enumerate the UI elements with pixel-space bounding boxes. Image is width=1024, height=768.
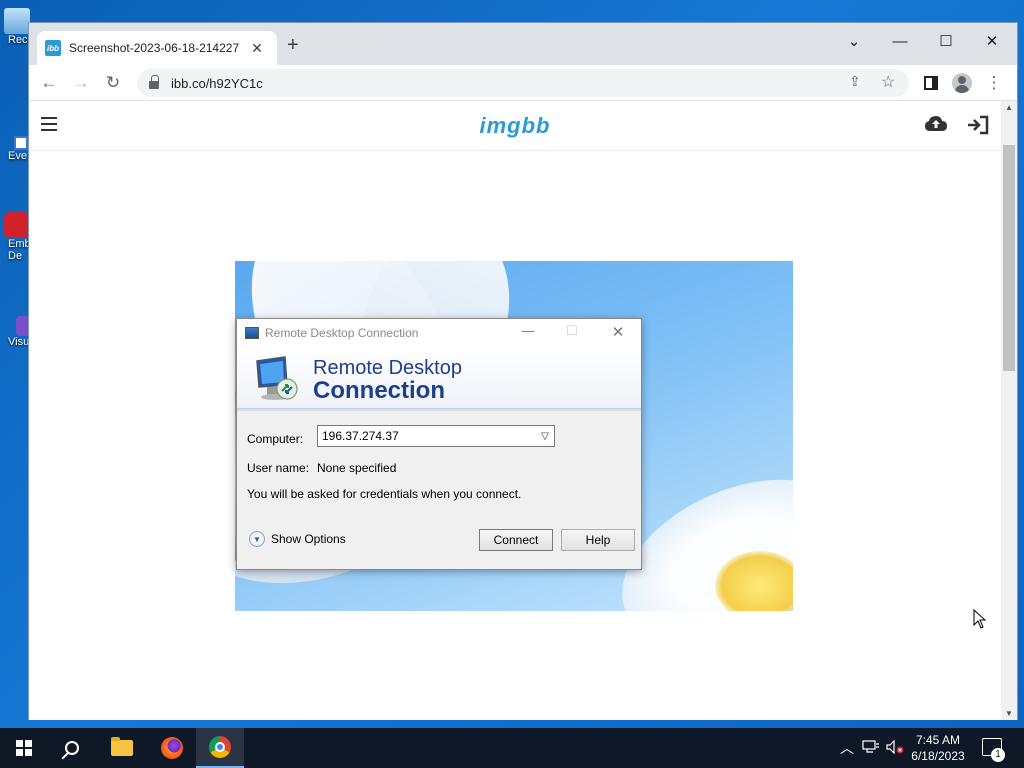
show-options-label[interactable]: Show Options — [271, 532, 346, 546]
firefox-icon — [161, 737, 183, 759]
rdc-body: Computer: 196.37.274.37 ▽ User name: Non… — [237, 409, 641, 569]
share-icon[interactable]: ⇪ — [849, 73, 861, 90]
forward-arrow-icon[interactable]: → — [69, 71, 93, 95]
username-value: None specified — [317, 461, 397, 475]
show-options-button[interactable]: ▼ Show Options — [249, 531, 346, 547]
desktop-icon-visual-studio[interactable]: Visu — [0, 316, 30, 348]
back-arrow-icon[interactable]: ← — [37, 71, 61, 95]
clock-time: 7:45 AM — [915, 733, 961, 747]
cloud-upload-icon[interactable] — [925, 115, 947, 133]
desktop-icon-label: Emb — [8, 238, 31, 250]
notification-count-badge: 1 — [991, 748, 1005, 762]
start-button[interactable] — [0, 728, 48, 768]
scroll-thumb[interactable] — [1003, 145, 1015, 371]
rdc-titlebar: Remote Desktop Connection — ☐ ✕ — [237, 319, 641, 347]
rdc-maximize-button[interactable]: ☐ — [557, 323, 587, 339]
bookmark-star-icon[interactable]: ☆ — [881, 72, 895, 92]
desktop-icon-label: Rec — [8, 34, 28, 46]
connect-button[interactable]: Connect — [479, 529, 553, 551]
remote-desktop-monitor-icon — [256, 356, 298, 400]
computer-input[interactable]: 196.37.274.37 — [322, 429, 536, 443]
file-explorer-button[interactable] — [98, 728, 146, 768]
reload-icon[interactable]: ↻ — [101, 71, 125, 95]
firefox-button[interactable] — [148, 728, 196, 768]
mouse-cursor-icon — [973, 609, 987, 629]
volume-muted-icon[interactable] — [886, 740, 904, 754]
username-label: User name: — [247, 461, 310, 475]
desktop-icon-label: Eve — [8, 150, 27, 162]
search-button[interactable] — [48, 728, 96, 768]
remote-desktop-dialog: Remote Desktop Connection — ☐ ✕ Remote D… — [236, 318, 642, 570]
recycle-bin-icon — [4, 8, 30, 34]
rdc-close-button[interactable]: ✕ — [603, 323, 633, 341]
tab-search-button[interactable]: ⌄ — [831, 27, 877, 55]
rdc-banner: Remote Desktop Connection — [237, 347, 641, 411]
browser-tab[interactable]: ibb Screenshot-2023-06-18-214227 ✕ — [37, 31, 277, 65]
browser-toolbar: ← → ↻ ibb.co/h92YC1c ⇪ ☆ ⋮ — [29, 65, 1017, 101]
lock-icon[interactable] — [149, 75, 159, 89]
page-scrollbar[interactable]: ▲ ▼ — [1001, 101, 1017, 720]
computer-combobox[interactable]: 196.37.274.37 ▽ — [317, 425, 555, 447]
help-button[interactable]: Help — [561, 529, 635, 551]
minimize-button[interactable]: — — [877, 27, 923, 55]
tab-strip: ibb Screenshot-2023-06-18-214227 ✕ + ⌄ —… — [29, 23, 1017, 65]
folder-icon — [111, 737, 133, 756]
computer-label: Computer: — [247, 432, 304, 446]
close-window-button[interactable]: ✕ — [969, 27, 1015, 55]
desktop-icon-event[interactable]: Eve — [0, 136, 30, 162]
app-icon — [4, 212, 30, 238]
desktop-icon-label: De — [8, 250, 23, 262]
expand-chevron-icon[interactable]: ▼ — [249, 531, 265, 547]
imgbb-favicon-icon: ibb — [45, 40, 61, 56]
chrome-taskbar-button[interactable] — [196, 728, 244, 768]
tab-title: Screenshot-2023-06-18-214227 — [69, 41, 240, 55]
site-header: imgbb — [29, 101, 1001, 151]
shortcut-icon — [14, 136, 28, 150]
chrome-icon — [209, 736, 231, 758]
desktop-icon-embedded[interactable]: Emb De — [0, 212, 31, 262]
maximize-button[interactable]: ☐ — [923, 27, 969, 55]
system-clock[interactable]: 7:45 AM 6/18/2023 — [906, 732, 970, 764]
chrome-menu-icon[interactable]: ⋮ — [982, 71, 1006, 95]
show-hidden-icons-chevron-icon[interactable]: ︿ — [840, 738, 854, 758]
rdc-minimize-button[interactable]: — — [513, 323, 543, 338]
chevron-down-icon[interactable]: ▽ — [536, 431, 554, 442]
desktop-icon-label: Visu — [8, 336, 30, 348]
network-icon[interactable] — [862, 740, 880, 754]
remote-desktop-icon — [245, 327, 259, 339]
windows-logo-icon — [16, 740, 32, 756]
new-tab-button[interactable]: + — [287, 35, 299, 55]
scroll-up-icon[interactable]: ▲ — [1005, 103, 1013, 112]
rdc-window-title: Remote Desktop Connection — [265, 326, 419, 340]
address-bar[interactable]: ibb.co/h92YC1c ⇪ ☆ — [137, 69, 909, 97]
side-panel-icon[interactable] — [919, 71, 943, 95]
imgbb-logo[interactable]: imgbb — [29, 113, 1001, 139]
avatar-icon — [952, 73, 972, 93]
scroll-down-icon[interactable]: ▼ — [1005, 709, 1013, 718]
credentials-message: You will be asked for credentials when y… — [247, 487, 522, 501]
profile-avatar[interactable] — [950, 71, 974, 95]
desktop-icon-recycle-bin[interactable]: Rec — [0, 8, 30, 46]
url-text[interactable]: ibb.co/h92YC1c — [171, 76, 263, 91]
clock-date: 6/18/2023 — [911, 749, 965, 763]
search-icon — [65, 741, 79, 755]
sign-in-icon[interactable] — [967, 115, 989, 135]
tab-close-icon[interactable]: ✕ — [249, 40, 265, 57]
rdc-heading-line2: Connection — [313, 377, 445, 404]
taskbar: ︿ 7:45 AM 6/18/2023 1 — [0, 728, 1024, 768]
